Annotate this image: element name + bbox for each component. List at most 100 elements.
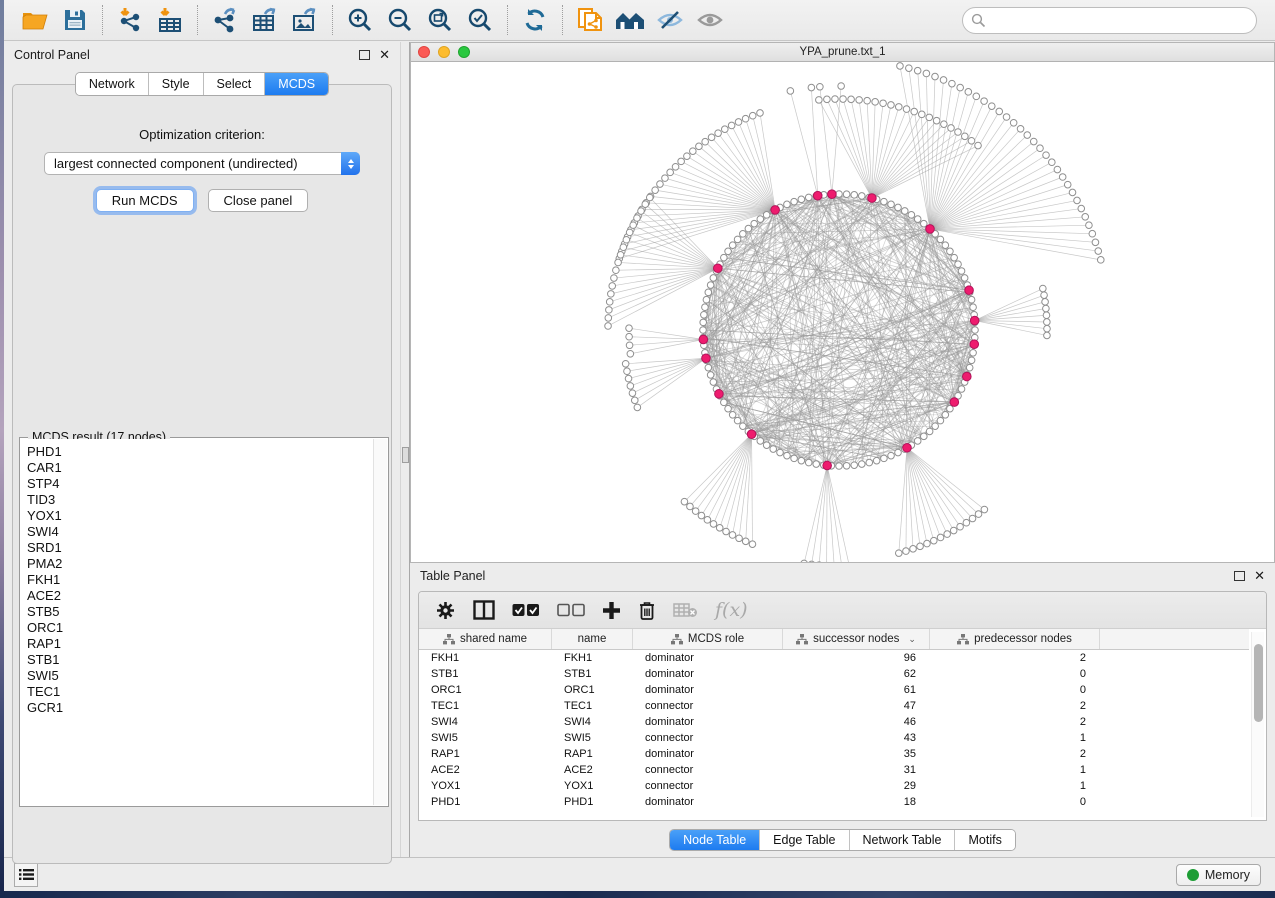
first-neighbors-button[interactable] <box>613 4 647 36</box>
tab-edge-table[interactable]: Edge Table <box>760 830 849 850</box>
network-window-title: YPA_prune.txt_1 <box>411 46 1274 58</box>
import-table-icon <box>157 7 183 33</box>
zoom-selected-button[interactable] <box>463 4 497 36</box>
vertical-splitter[interactable] <box>400 42 410 857</box>
tab-motifs[interactable]: Motifs <box>955 830 1014 850</box>
add-column-button[interactable] <box>602 601 621 620</box>
column-header-shared-name[interactable]: shared name <box>419 629 552 649</box>
deselect-all-button[interactable] <box>557 603 585 617</box>
column-header-successor-nodes[interactable]: successor nodes ⌄ <box>783 629 930 649</box>
table-settings-button[interactable] <box>435 600 456 621</box>
function-builder-button[interactable]: f(x) <box>715 599 748 621</box>
mcds-node[interactable]: CAR1 <box>27 460 373 476</box>
mcds-node[interactable]: TID3 <box>27 492 373 508</box>
mcds-node[interactable]: STB1 <box>27 652 373 668</box>
table-row[interactable]: SWI4SWI4dominator462 <box>419 714 1249 730</box>
toolbar-separator <box>507 5 508 35</box>
memory-status-icon <box>1187 869 1199 881</box>
show-all-button[interactable] <box>693 4 727 36</box>
split-panel-button[interactable] <box>473 600 495 620</box>
save-session-button[interactable] <box>58 4 92 36</box>
network-graph-canvas[interactable] <box>411 62 1274 562</box>
import-network-button[interactable] <box>113 4 147 36</box>
mcds-node[interactable]: SRD1 <box>27 540 373 556</box>
first-neighbors-icon <box>614 8 646 32</box>
tab-network[interactable]: Network <box>76 73 149 95</box>
column-header-name[interactable]: name <box>552 629 633 649</box>
mcds-list-scrollbar[interactable] <box>373 439 387 805</box>
splitter-grab-handle[interactable] <box>402 447 409 463</box>
column-header-mcds-role[interactable]: MCDS role <box>633 629 783 649</box>
table-scrollbar[interactable] <box>1251 632 1264 817</box>
mcds-node[interactable]: PMA2 <box>27 556 373 572</box>
hide-selected-button[interactable] <box>653 4 687 36</box>
sort-descending-icon: ⌄ <box>908 634 916 645</box>
optimization-criterion-select[interactable]: largest connected component (undirected) <box>44 152 360 175</box>
mcds-node[interactable]: YOX1 <box>27 508 373 524</box>
zoom-in-button[interactable] <box>343 4 377 36</box>
network-view-window: YPA_prune.txt_1 <box>410 42 1275 563</box>
tab-select[interactable]: Select <box>204 73 266 95</box>
tab-node-table[interactable]: Node Table <box>670 830 760 850</box>
export-table-button[interactable] <box>248 4 282 36</box>
tab-mcds[interactable]: MCDS <box>265 73 328 95</box>
mcds-node[interactable]: RAP1 <box>27 636 373 652</box>
close-panel-icon[interactable]: ✕ <box>379 50 390 60</box>
network-window-titlebar[interactable]: YPA_prune.txt_1 <box>411 43 1274 62</box>
toolbar-separator <box>197 5 198 35</box>
open-session-button[interactable] <box>18 4 52 36</box>
export-image-button[interactable] <box>288 4 322 36</box>
mcds-node[interactable]: PHD1 <box>27 444 373 460</box>
zoom-in-icon <box>347 7 373 33</box>
mcds-node[interactable]: ACE2 <box>27 588 373 604</box>
table-row[interactable]: FKH1FKH1dominator962 <box>419 650 1249 666</box>
control-panel-title: Control Panel <box>14 48 90 62</box>
duplicate-network-button[interactable] <box>573 4 607 36</box>
table-row[interactable]: RAP1RAP1dominator352 <box>419 746 1249 762</box>
table-scrollbar-thumb[interactable] <box>1254 644 1263 722</box>
refresh-button[interactable] <box>518 4 552 36</box>
mcds-node[interactable]: GCR1 <box>27 700 373 716</box>
float-table-panel-icon[interactable] <box>1234 571 1245 581</box>
export-table-icon <box>251 7 279 33</box>
table-row[interactable]: STB1STB1dominator620 <box>419 666 1249 682</box>
close-panel-button[interactable]: Close panel <box>208 189 309 212</box>
column-header-predecessor-nodes[interactable]: predecessor nodes <box>930 629 1100 649</box>
table-row[interactable]: TEC1TEC1connector472 <box>419 698 1249 714</box>
float-panel-icon[interactable] <box>359 50 370 60</box>
table-toolbar: f(x) <box>419 592 1266 629</box>
table-row[interactable]: YOX1YOX1connector291 <box>419 778 1249 794</box>
delete-table-button[interactable] <box>673 602 698 618</box>
mcds-result-box: MCDS result (17 nodes) PHD1 CAR1 STP4 TI… <box>19 437 389 807</box>
table-row[interactable]: SWI5SWI5connector431 <box>419 730 1249 746</box>
mcds-node[interactable]: FKH1 <box>27 572 373 588</box>
tab-network-table[interactable]: Network Table <box>850 830 956 850</box>
save-icon <box>63 8 87 32</box>
import-table-button[interactable] <box>153 4 187 36</box>
mcds-node[interactable]: SWI4 <box>27 524 373 540</box>
org-chart-icon <box>443 634 455 645</box>
zoom-out-button[interactable] <box>383 4 417 36</box>
folder-icon <box>22 9 48 31</box>
table-row[interactable]: ACE2ACE2connector311 <box>419 762 1249 778</box>
mcds-node[interactable]: STP4 <box>27 476 373 492</box>
tab-style[interactable]: Style <box>149 73 204 95</box>
toolbar-separator <box>332 5 333 35</box>
export-network-button[interactable] <box>208 4 242 36</box>
mcds-node[interactable]: ORC1 <box>27 620 373 636</box>
search-input[interactable] <box>962 7 1257 34</box>
node-table: shared name name MCDS role successor nod… <box>419 629 1249 820</box>
table-row[interactable]: ORC1ORC1dominator610 <box>419 682 1249 698</box>
mcds-node[interactable]: TEC1 <box>27 684 373 700</box>
mcds-result-list[interactable]: PHD1 CAR1 STP4 TID3 YOX1 SWI4 SRD1 PMA2 … <box>21 439 373 805</box>
delete-column-button[interactable] <box>638 600 656 621</box>
memory-button[interactable]: Memory <box>1176 864 1261 886</box>
zoom-fit-button[interactable] <box>423 4 457 36</box>
mcds-node[interactable]: SWI5 <box>27 668 373 684</box>
task-history-button[interactable] <box>14 863 38 887</box>
mcds-node[interactable]: STB5 <box>27 604 373 620</box>
close-table-panel-icon[interactable]: ✕ <box>1254 571 1265 581</box>
run-mcds-button[interactable]: Run MCDS <box>96 189 194 212</box>
select-all-button[interactable] <box>512 603 540 617</box>
table-row[interactable]: PHD1PHD1dominator180 <box>419 794 1249 810</box>
